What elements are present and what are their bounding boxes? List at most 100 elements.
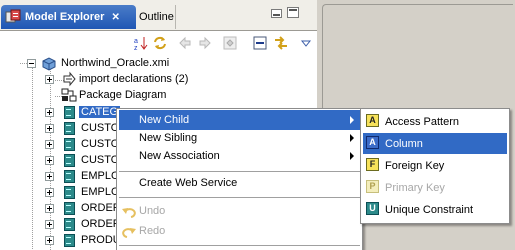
menu-separator	[119, 197, 360, 198]
table-icon	[61, 104, 77, 120]
package-diagram-icon	[61, 87, 77, 103]
menu-item-column[interactable]: A Column	[363, 133, 507, 154]
menu-item-label: New Association	[139, 150, 220, 162]
table-icon	[61, 232, 77, 248]
menu-item-label: Foreign Key	[385, 159, 445, 172]
menu-item-label: Primary Key	[385, 181, 445, 194]
view-tab-strip: Model Explorer ✕ Outline	[0, 0, 317, 31]
tree-item-table[interactable]: EMPLO	[61, 168, 120, 184]
table-icon	[61, 136, 77, 152]
menu-item-label: Redo	[139, 225, 166, 237]
tab-outline[interactable]: Outline	[136, 5, 176, 29]
collapse-toggle[interactable]	[27, 59, 36, 68]
menu-item-access-pattern[interactable]: A Access Pattern	[363, 111, 507, 132]
tree-item-root[interactable]: Northwind_Oracle.xmi	[41, 55, 169, 71]
tree-item-table[interactable]: CATEG	[61, 104, 122, 120]
menu-item-label: New Sibling	[139, 132, 198, 144]
expand-toggle[interactable]	[45, 140, 54, 149]
tree-item-import-declarations[interactable]: import declarations (2)	[61, 71, 188, 87]
tree-item-table[interactable]: ORDER	[61, 216, 121, 232]
expand-toggle[interactable]	[45, 220, 54, 229]
tree-item-table[interactable]: CUSTO	[61, 120, 119, 136]
forward-icon[interactable]	[197, 35, 213, 51]
submenu-arrow-icon	[350, 116, 354, 124]
tree-item-label: CUSTO	[81, 154, 120, 166]
submenu-arrow-icon	[350, 134, 354, 142]
sort-alpha-icon[interactable]: az	[133, 35, 149, 51]
home-icon[interactable]	[222, 35, 238, 51]
tree-item-table[interactable]: CUSTO	[61, 136, 119, 152]
close-icon[interactable]: ✕	[111, 12, 119, 23]
expand-toggle[interactable]	[45, 172, 54, 181]
tree-item-table[interactable]: PRODU	[61, 232, 121, 248]
menu-item-new-child[interactable]: New Child	[119, 110, 360, 130]
menu-separator	[119, 171, 360, 172]
tree-item-table[interactable]: ORDER	[61, 200, 121, 216]
sync-icon[interactable]	[152, 35, 168, 51]
menu-item-foreign-key[interactable]: F Foreign Key	[363, 155, 507, 176]
back-icon[interactable]	[177, 35, 193, 51]
menu-separator	[119, 245, 360, 246]
tree-item-label: CUSTO	[81, 122, 120, 134]
svg-text:z: z	[134, 45, 138, 51]
menu-item-redo[interactable]: Redo	[119, 221, 360, 241]
tree-item-label: ORDER	[81, 218, 121, 230]
tree-item-label: ORDER	[81, 202, 121, 214]
redo-icon	[122, 228, 136, 238]
expand-toggle[interactable]	[45, 236, 54, 245]
model-explorer-icon	[5, 9, 21, 23]
expand-toggle[interactable]	[45, 188, 54, 197]
tree-item-label: EMPLO	[81, 170, 120, 182]
table-icon	[61, 168, 77, 184]
tab-model-explorer[interactable]: Model Explorer ✕	[1, 5, 136, 29]
tab-outline-label: Outline	[139, 11, 174, 23]
unique-constraint-icon: U	[366, 202, 379, 215]
expand-toggle[interactable]	[45, 75, 54, 84]
expand-toggle[interactable]	[45, 124, 54, 133]
menu-item-undo[interactable]: Undo	[119, 201, 360, 221]
tree-item-table[interactable]: EMPLO	[61, 184, 120, 200]
tab-model-explorer-label: Model Explorer	[25, 11, 105, 23]
link-with-editor-icon[interactable]	[273, 35, 289, 51]
access-pattern-icon: A	[366, 114, 379, 127]
tree-item-package-diagram[interactable]: Package Diagram	[61, 87, 166, 103]
expand-toggle[interactable]	[45, 204, 54, 213]
tree-item-table[interactable]: CUSTO	[61, 152, 119, 168]
undo-icon	[122, 208, 136, 218]
new-child-submenu: A Access Pattern A Column F Foreign Key …	[360, 108, 510, 224]
context-menu: New Child New Sibling New Association Cr…	[116, 108, 363, 250]
menu-item-primary-key[interactable]: P Primary Key	[363, 177, 507, 198]
import-icon	[61, 71, 77, 87]
svg-text:a: a	[134, 38, 138, 45]
menu-item-new-sibling[interactable]: New Sibling	[119, 128, 360, 148]
menu-item-label: Unique Constraint	[385, 203, 474, 216]
tree-item-label: Package Diagram	[79, 89, 167, 101]
expand-toggle[interactable]	[45, 156, 54, 165]
menu-item-label: Create Web Service	[139, 177, 238, 189]
table-icon	[61, 184, 77, 200]
menu-item-new-association[interactable]: New Association	[119, 146, 360, 166]
view-menu-icon[interactable]	[298, 35, 314, 51]
submenu-arrow-icon	[350, 152, 354, 160]
model-file-icon	[41, 55, 57, 71]
menu-item-unique-constraint[interactable]: U Unique Constraint	[363, 199, 507, 220]
minimize-button[interactable]	[271, 9, 282, 18]
expand-toggle[interactable]	[45, 108, 54, 117]
menu-item-label: Undo	[139, 205, 166, 217]
table-icon	[61, 216, 77, 232]
view-toolbar: az	[0, 31, 317, 55]
column-icon: A	[366, 136, 379, 149]
tree-item-label: CATEG	[77, 105, 122, 119]
menu-item-create-web-service[interactable]: Create Web Service	[119, 173, 360, 193]
menu-item-label: Column	[385, 137, 423, 150]
maximize-button[interactable]	[287, 7, 299, 18]
table-icon	[61, 200, 77, 216]
table-icon	[61, 152, 77, 168]
tree-item-label: Northwind_Oracle.xmi	[61, 57, 170, 69]
tree-item-label: EMPLO	[81, 186, 120, 198]
tree-item-label: PRODU	[81, 234, 121, 246]
collapse-all-icon[interactable]	[252, 35, 268, 51]
primary-key-icon: P	[366, 180, 379, 193]
tree-item-label: CUSTO	[81, 138, 120, 150]
tree-item-label: import declarations (2)	[79, 73, 189, 85]
